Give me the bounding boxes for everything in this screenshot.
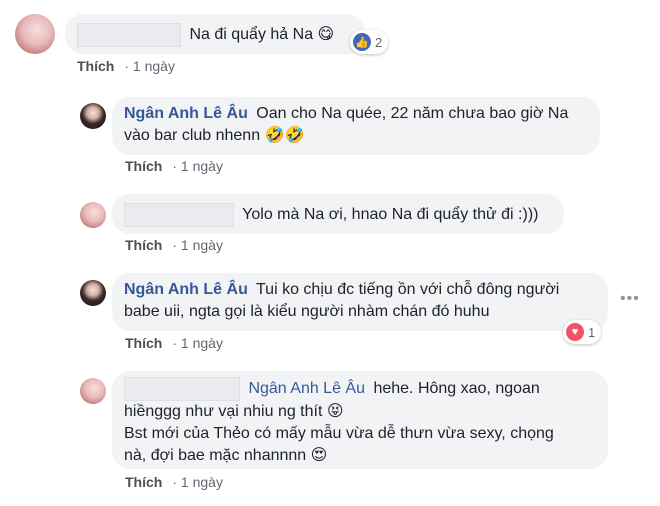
redacted-name	[77, 23, 181, 47]
comment-actions: Thích · 1 ngày	[125, 158, 223, 174]
more-options-button[interactable]: •••	[620, 290, 640, 308]
reaction-count: 2	[375, 34, 383, 50]
avatar[interactable]	[15, 14, 55, 54]
comment-text-line4: nà, đợi bae mặc nhannnn	[124, 447, 307, 464]
like-link[interactable]: Thích	[125, 237, 162, 253]
comment-text-line2: babe uii, ngta gọi là kiểu người nhàm ch…	[124, 303, 490, 320]
redacted-name	[124, 203, 234, 227]
comment-text-line2: hiềnggg như vại nhiu ng thít	[124, 403, 323, 420]
tongue-emoji: 😝	[326, 403, 344, 420]
comment-actions: Thích · 1 ngày	[77, 58, 175, 74]
author-link[interactable]: Ngân Anh Lê Âu	[124, 281, 248, 298]
comment-bubble: Ngân Anh Lê Âu Oan cho Na quée, 22 năm c…	[112, 97, 600, 155]
comment-text: Yolo mà Na ơi, hnao Na đi quẩy thử đi :)…	[242, 206, 539, 224]
avatar[interactable]	[80, 103, 106, 129]
like-icon: 👍	[353, 33, 371, 51]
dot-separator: ·	[124, 58, 130, 74]
comment-bubble: Ngân Anh Lê Âu hehe. Hông xao, ngoan hiề…	[112, 371, 608, 469]
like-link[interactable]: Thích	[125, 335, 162, 351]
reaction-summary[interactable]: ♥ 1	[563, 320, 602, 344]
yum-emoji: 😋	[317, 26, 335, 44]
comment-text: Na đi quẩy hả Na	[189, 26, 314, 44]
avatar[interactable]	[80, 280, 106, 306]
timestamp[interactable]: 1 ngày	[181, 158, 223, 174]
dot-separator: ·	[172, 237, 178, 253]
like-link[interactable]: Thích	[125, 474, 162, 490]
like-link[interactable]: Thích	[125, 158, 162, 174]
author-link[interactable]: Ngân Anh Lê Âu	[124, 105, 248, 122]
like-link[interactable]: Thích	[77, 58, 114, 74]
dot-separator: ·	[172, 335, 178, 351]
mention-link[interactable]: Ngân Anh Lê Âu	[248, 380, 365, 397]
comment-actions: Thích · 1 ngày	[125, 335, 223, 351]
rofl-emoji: 🤣🤣	[264, 127, 305, 144]
reaction-count: 1	[588, 324, 596, 340]
timestamp[interactable]: 1 ngày	[181, 237, 223, 253]
comment-bubble: Na đi quẩy hả Na 😋	[65, 14, 365, 54]
comment-text-line1: hehe. Hông xao, ngoan	[373, 380, 540, 398]
redacted-name	[124, 377, 240, 401]
comment-text-line3: Bst mới của Thẻo có mấy mẫu vừa dễ thưn …	[124, 425, 554, 442]
timestamp[interactable]: 1 ngày	[133, 58, 175, 74]
comment-bubble: Ngân Anh Lê Âu Tui ko chịu đc tiếng ồn v…	[112, 273, 608, 331]
comment-text-line1: Oan cho Na quée, 22 năm chưa bao giờ Na	[256, 105, 569, 122]
comment-bubble: Yolo mà Na ơi, hnao Na đi quẩy thử đi :)…	[112, 194, 564, 234]
comment-text-line2: vào bar club nhenn	[124, 127, 261, 144]
dot-separator: ·	[172, 474, 178, 490]
timestamp[interactable]: 1 ngày	[181, 335, 223, 351]
timestamp[interactable]: 1 ngày	[181, 474, 223, 490]
comment-text-line1: Tui ko chịu đc tiếng ồn với chỗ đông ngư…	[256, 281, 560, 298]
avatar[interactable]	[80, 378, 106, 404]
comment-actions: Thích · 1 ngày	[125, 237, 223, 253]
heart-icon: ♥	[566, 323, 584, 341]
avatar[interactable]	[80, 202, 106, 228]
reaction-summary[interactable]: 👍 2	[350, 30, 389, 54]
comment-actions: Thích · 1 ngày	[125, 474, 223, 490]
heart-eyes-emoji: 😍	[310, 447, 328, 464]
dot-separator: ·	[172, 158, 178, 174]
